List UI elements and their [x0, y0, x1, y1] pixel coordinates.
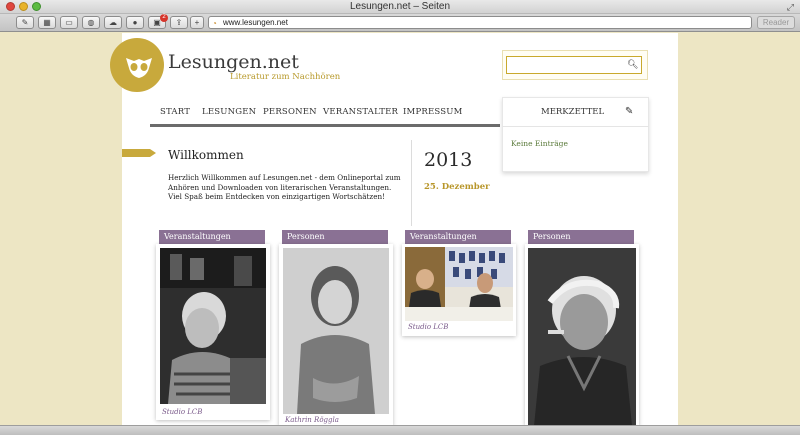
owl-logo-icon	[126, 58, 152, 78]
notifications-icon[interactable]: ▣ 2	[148, 14, 168, 29]
event-card[interactable]: Studio LCB	[402, 244, 516, 336]
welcome-title: Willkommen	[168, 148, 244, 162]
browser-toolbar: ✎ ▦ ▭ ◍ ☁ ● ▣ 2 ⇪ + ◔ www.lesungen.net R…	[0, 14, 800, 32]
site-title[interactable]: Lesungen.net	[168, 51, 299, 73]
section-marker-icon	[122, 149, 156, 157]
event-photo[interactable]	[160, 248, 266, 404]
address-text: www.lesungen.net	[223, 18, 288, 27]
content-divider	[411, 140, 412, 226]
search-icon[interactable]: 🔍︎	[627, 59, 638, 70]
globe-icon[interactable]: ◍	[82, 16, 100, 29]
nav-item-veranstalter[interactable]: VERANSTALTER	[323, 107, 398, 117]
merkzettel-label[interactable]: MERKZETTEL	[541, 107, 604, 117]
card-label[interactable]: Veranstaltungen	[405, 230, 511, 244]
search-input[interactable]	[506, 56, 642, 74]
person-card[interactable]: Kathrin Röggla	[279, 244, 393, 426]
address-bar[interactable]: ◔ www.lesungen.net	[208, 16, 752, 29]
cloud-icon[interactable]: ☁	[104, 16, 122, 29]
nav-item-personen[interactable]: PERSONEN	[263, 107, 317, 117]
card-caption[interactable]: Studio LCB	[162, 408, 202, 416]
calendar-date[interactable]: 25. Dezember	[424, 182, 490, 192]
window-title: Lesungen.net – Seiten	[349, 1, 451, 12]
new-tab-button[interactable]: +	[190, 16, 204, 29]
merkzettel-empty-text: Keine Einträge	[511, 139, 568, 148]
window-titlebar: Lesungen.net – Seiten ⤢	[0, 0, 800, 14]
top-sites-icon[interactable]: ▦	[38, 16, 56, 29]
share-icon[interactable]: ⇪	[170, 16, 188, 29]
event-card[interactable]: Studio LCB	[156, 244, 270, 420]
person-card[interactable]	[525, 244, 639, 426]
nav-item-start[interactable]: START	[160, 107, 190, 117]
card-label[interactable]: Personen	[282, 230, 388, 244]
card-label[interactable]: Personen	[528, 230, 634, 244]
calendar-year: 2013	[424, 149, 473, 171]
notification-badge: 2	[160, 14, 168, 22]
window-status-bar	[0, 425, 800, 435]
reader-button[interactable]: Reader	[757, 16, 795, 29]
nav-item-impressum[interactable]: IMPRESSUM	[403, 107, 463, 117]
fullscreen-icon[interactable]: ⤢	[787, 2, 794, 13]
card-caption[interactable]: Kathrin Röggla	[285, 416, 339, 424]
welcome-text: Herzlich Willkommen auf Lesungen.net - d…	[168, 173, 401, 201]
site-favicon-icon: ◔	[212, 19, 217, 28]
site-subtitle: Literatur zum Nachhören	[230, 72, 341, 82]
person-photo[interactable]	[528, 248, 636, 426]
pin-icon[interactable]: ✎	[625, 106, 633, 117]
card-caption[interactable]: Studio LCB	[408, 323, 448, 331]
history-icon[interactable]: ▭	[60, 16, 78, 29]
event-photo[interactable]	[405, 247, 513, 321]
card-label[interactable]: Veranstaltungen	[159, 230, 265, 244]
nav-item-lesungen[interactable]: LESUNGEN	[202, 107, 256, 117]
web-icon[interactable]: ●	[126, 16, 144, 29]
person-photo[interactable]	[283, 248, 389, 414]
sidebar-icon[interactable]: ✎	[16, 16, 34, 29]
